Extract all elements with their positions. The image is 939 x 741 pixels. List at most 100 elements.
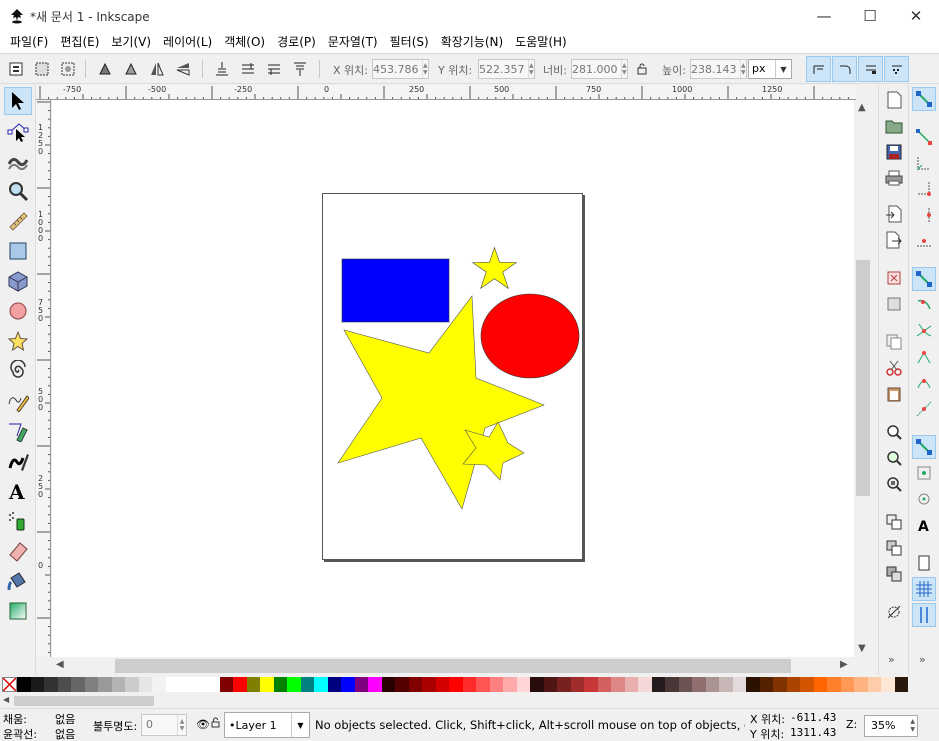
color-swatch[interactable] [530, 676, 544, 692]
color-swatch[interactable] [624, 676, 638, 692]
scale-corners-toggle[interactable] [832, 56, 857, 82]
tweak-tool-icon[interactable] [4, 147, 32, 175]
zoom-tool-icon[interactable] [4, 177, 32, 205]
star-tool-icon[interactable] [4, 327, 32, 355]
snap-bbox-midpoints-icon[interactable] [912, 203, 936, 227]
x-field[interactable]: 453.786 ▲ ▼ [372, 59, 429, 79]
snap-bbox-corners-icon[interactable] [912, 177, 936, 201]
snap-text-baseline-icon[interactable]: A [912, 513, 936, 537]
color-swatch[interactable] [597, 676, 611, 692]
spray-tool-icon[interactable] [4, 507, 32, 535]
flip-vertical-icon[interactable] [172, 58, 194, 80]
color-swatch[interactable] [503, 676, 517, 692]
spiral-tool-icon[interactable] [4, 357, 32, 385]
color-swatch[interactable] [219, 676, 233, 692]
move-patterns-toggle[interactable] [884, 56, 909, 82]
snap-cusp-nodes-icon[interactable] [912, 345, 936, 369]
no-paint-swatch[interactable] [2, 676, 17, 692]
color-swatch[interactable] [314, 676, 328, 692]
menu-path[interactable]: 경로(P) [271, 31, 322, 53]
blue-rectangle[interactable] [341, 258, 450, 323]
import-icon[interactable] [883, 203, 905, 225]
move-gradients-toggle[interactable] [858, 56, 883, 82]
color-swatch[interactable] [800, 676, 814, 692]
select-all-icon[interactable] [5, 58, 27, 80]
layer-select[interactable]: •Layer 1 ▼ [224, 712, 310, 738]
color-swatch[interactable] [692, 676, 706, 692]
lower-to-bottom-icon[interactable] [289, 58, 311, 80]
vertical-scroll-thumb[interactable] [856, 260, 870, 496]
color-swatch[interactable] [638, 676, 652, 692]
menu-edit[interactable]: 편집(E) [54, 31, 105, 53]
color-swatch[interactable] [71, 676, 85, 692]
menu-view[interactable]: 보기(V) [105, 31, 157, 53]
color-swatch[interactable] [408, 676, 422, 692]
color-swatch[interactable] [881, 676, 895, 692]
snap-nodes-icon[interactable] [912, 267, 936, 291]
snap-page-border-icon[interactable] [912, 551, 936, 575]
redo-icon[interactable] [883, 293, 905, 315]
eraser-tool-icon[interactable] [4, 537, 32, 565]
color-swatch[interactable] [813, 676, 827, 692]
width-field[interactable]: 281.000 ▲ ▼ [571, 59, 628, 79]
snap-rotation-center-icon[interactable] [912, 487, 936, 511]
color-swatch[interactable] [206, 676, 220, 692]
color-swatch[interactable] [678, 676, 692, 692]
color-swatch[interactable] [665, 676, 679, 692]
red-ellipse[interactable] [480, 293, 580, 379]
snap-others-icon[interactable] [912, 435, 936, 459]
color-swatch[interactable] [746, 676, 760, 692]
color-swatch[interactable] [57, 676, 71, 692]
color-swatch[interactable] [827, 676, 841, 692]
color-swatch[interactable] [476, 676, 490, 692]
palette-scrollbar[interactable]: ◀ [0, 694, 939, 708]
color-swatch[interactable] [557, 676, 571, 692]
menu-text[interactable]: 문자열(T) [322, 31, 384, 53]
color-swatch[interactable] [327, 676, 341, 692]
color-swatch[interactable] [98, 676, 112, 692]
menu-layer[interactable]: 레이어(L) [157, 31, 218, 53]
color-swatch[interactable] [341, 676, 355, 692]
menu-file[interactable]: 파일(F) [4, 31, 54, 53]
height-field[interactable]: 238.143 ▲ ▼ [690, 59, 747, 79]
color-swatch[interactable] [584, 676, 598, 692]
color-swatch[interactable] [570, 676, 584, 692]
export-icon[interactable] [883, 229, 905, 251]
color-swatch[interactable] [435, 676, 449, 692]
lower-icon[interactable] [263, 58, 285, 80]
text-tool-icon[interactable]: A [4, 477, 32, 505]
measure-tool-icon[interactable] [4, 207, 32, 235]
color-swatch[interactable] [894, 676, 908, 692]
opacity-field[interactable]: 0 ▲ ▼ [141, 714, 187, 736]
node-tool-icon[interactable] [4, 117, 32, 145]
color-swatch[interactable] [125, 676, 139, 692]
maximize-button[interactable]: ☐ [847, 0, 893, 31]
3d-box-tool-icon[interactable] [4, 267, 32, 295]
color-swatch[interactable] [705, 676, 719, 692]
zoom-selection-icon[interactable] [883, 421, 905, 443]
color-swatch[interactable] [179, 676, 193, 692]
color-swatch[interactable] [152, 676, 166, 692]
paste-icon[interactable] [883, 383, 905, 405]
color-swatch[interactable] [111, 676, 125, 692]
color-swatch[interactable] [773, 676, 787, 692]
color-swatch[interactable] [44, 676, 58, 692]
color-swatch[interactable] [489, 676, 503, 692]
color-swatch[interactable] [611, 676, 625, 692]
color-swatch[interactable] [719, 676, 733, 692]
snap-midpoints-icon[interactable] [912, 397, 936, 421]
clone-icon[interactable] [883, 537, 905, 559]
close-button[interactable]: ✕ [893, 0, 939, 31]
gradient-tool-icon[interactable] [4, 597, 32, 625]
cut-icon[interactable] [883, 357, 905, 379]
horizontal-ruler[interactable]: -750 -500 -250 0 250 500 750 1000 1250 [36, 85, 856, 100]
color-swatch[interactable] [381, 676, 395, 692]
vertical-ruler[interactable]: 1250 1000 750 500 250 0 [36, 100, 51, 657]
snap-paths-icon[interactable] [912, 293, 936, 317]
color-swatch[interactable] [30, 676, 44, 692]
paint-bucket-tool-icon[interactable] [4, 567, 32, 595]
duplicate-icon[interactable] [883, 511, 905, 533]
minimize-button[interactable]: — [801, 0, 847, 31]
lock-icon[interactable] [631, 58, 653, 80]
vertical-scrollbar[interactable]: ▲ ▼ [854, 100, 872, 657]
